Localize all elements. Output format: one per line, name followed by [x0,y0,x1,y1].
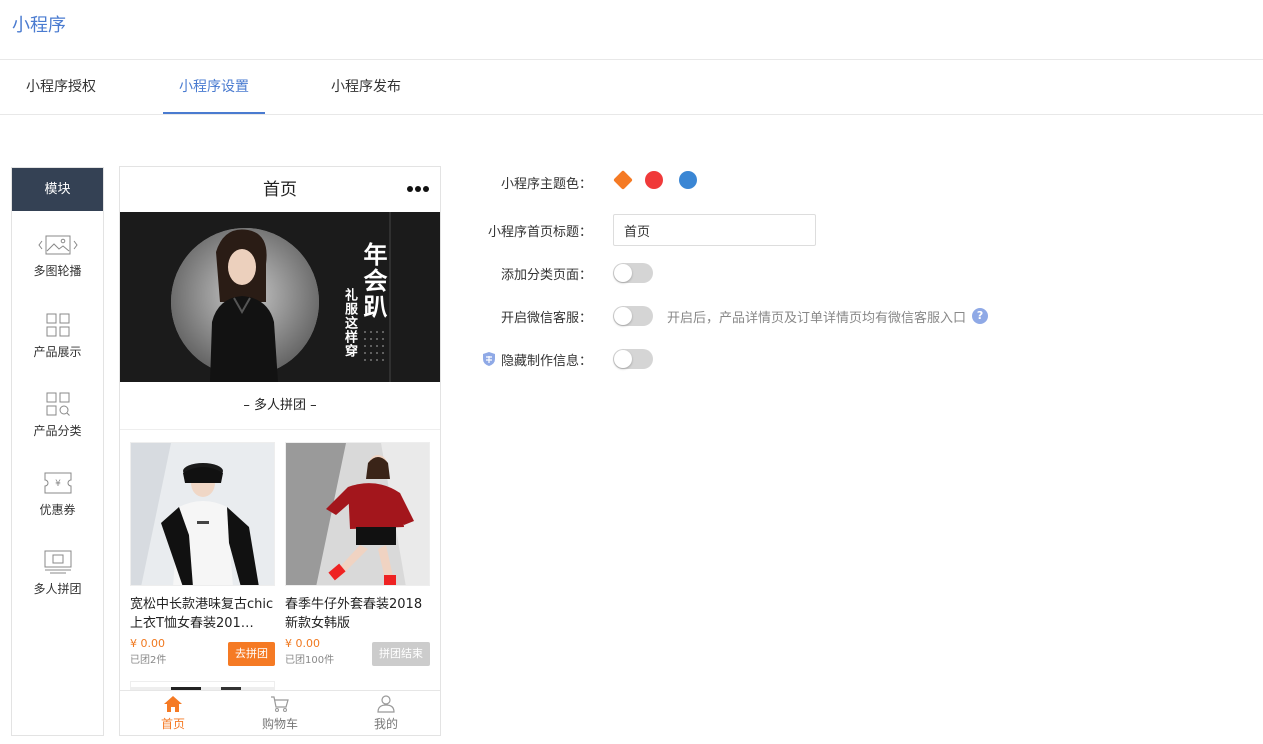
app-title: 小程序 [12,15,66,36]
home-title-row: 小程序首页标题： [470,214,816,246]
nav-home[interactable]: 首页 [120,695,226,732]
product-card[interactable]: 宽松中长款港味复古chic上衣T恤女春装201… ¥ 0.00 已团2件 去拼团 [130,442,275,666]
theme-swatch-orange[interactable] [612,169,634,195]
hide-info-row: 隐藏制作信息： [470,343,653,375]
banner-headline: 年会趴 [359,242,387,320]
product-name: 宽松中长款港味复古chic上衣T恤女春装201… [130,597,274,631]
banner-image [120,212,440,382]
vip-badge-icon [482,352,495,366]
home-icon [164,696,182,712]
wechat-service-hint: 开启后，产品详情页及订单详情页均有微信客服入口 [667,310,967,326]
nav-label: 购物车 [261,717,298,731]
module-label: 优惠券 [39,503,76,517]
carousel-icon [37,235,78,255]
bottom-nav: 首页 购物车 我的 [120,690,440,735]
module-label: 多图轮播 [33,264,82,278]
theme-swatch-red[interactable] [644,170,664,194]
coupon-icon: ¥ [44,472,71,494]
module-product-category[interactable]: 产品分类 [12,392,103,439]
grid-icon [46,313,69,337]
banner-subtitle: 礼服这样穿 [342,288,357,358]
module-carousel[interactable]: 多图轮播 [12,234,103,279]
theme-swatch-orange-icon [613,170,633,190]
hide-info-label-wrap: 隐藏制作信息： [470,350,592,369]
wechat-service-row: 开启微信客服： 开启后，产品详情页及订单详情页均有微信客服入口 ? [470,300,989,332]
nav-label: 首页 [160,717,185,731]
category-search-icon [46,392,70,416]
nav-cart[interactable]: 购物车 [227,695,333,732]
tab-authorization[interactable]: 小程序授权 [12,60,110,114]
section-title: – 多人拼团 – [120,382,440,430]
module-label: 多人拼团 [33,582,82,596]
group-buy-icon [44,550,71,574]
more-dots-icon[interactable] [406,181,430,197]
tab-settings[interactable]: 小程序设置 [163,60,265,114]
phone-preview: 首页 年会趴 礼服这样穿 – 多人拼团 – 宽松中长款港味复古chic上衣T恤女… [119,166,441,736]
nav-label: 我的 [373,717,398,731]
category-page-row: 添加分类页面： [470,257,653,289]
wechat-service-label: 开启微信客服： [500,310,592,326]
group-ended-button[interactable]: 拼团结束 [372,642,430,666]
theme-color-row: 小程序主题色： [470,166,698,198]
toggle-knob [614,307,632,325]
category-page-label: 添加分类页面： [500,267,592,283]
wechat-service-toggle[interactable] [613,306,653,326]
toggle-knob [614,350,632,368]
module-label: 产品分类 [33,424,82,438]
product-image [130,442,275,586]
theme-swatch-red-icon [645,171,663,189]
nav-profile[interactable]: 我的 [333,695,439,732]
toggle-knob [614,264,632,282]
cart-icon [271,696,289,712]
product-card[interactable]: 春季牛仔外套春装2018新款女韩版 ¥ 0.00 已团100件 拼团结束 [285,442,430,666]
hide-info-toggle[interactable] [613,349,653,369]
theme-swatch-blue-icon [679,171,697,189]
tab-bar: 小程序授权 小程序设置 小程序发布 [0,60,1263,115]
module-coupon[interactable]: ¥ 优惠券 [12,471,103,518]
banner-carousel[interactable]: 年会趴 礼服这样穿 [120,212,440,382]
home-title-input[interactable] [613,214,816,246]
module-group-buy[interactable]: 多人拼团 [12,550,103,597]
tab-publish[interactable]: 小程序发布 [317,60,415,114]
module-panel: 模块 多图轮播 产品展示 产品分类 ¥ 优惠券 多人拼团 [11,167,104,736]
module-label: 产品展示 [33,345,82,359]
module-panel-header: 模块 [12,168,103,211]
category-page-toggle[interactable] [613,263,653,283]
theme-color-label: 小程序主题色： [500,176,592,192]
product-image [285,442,430,586]
hide-info-label: 隐藏制作信息： [500,353,592,369]
svg-text:¥: ¥ [55,479,61,489]
user-icon [377,695,395,713]
theme-swatch-blue[interactable] [678,170,698,194]
join-group-button[interactable]: 去拼团 [228,642,275,666]
help-icon[interactable]: ? [972,308,989,324]
module-product-display[interactable]: 产品展示 [12,313,103,360]
phone-title: 首页 [263,180,297,200]
home-title-label: 小程序首页标题： [487,224,592,240]
product-name: 春季牛仔外套春装2018新款女韩版 [285,597,423,631]
